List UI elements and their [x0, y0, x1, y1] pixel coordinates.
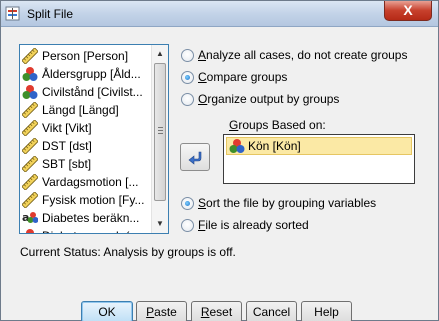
- variable-list[interactable]: Person [Person] Åldersgrupp [Åld... Civils…: [19, 44, 169, 234]
- variable-list-item[interactable]: Vardagsmotion [...: [21, 173, 150, 191]
- scroll-thumb[interactable]: [154, 63, 166, 201]
- variable-label: Åldersgrupp [Åld...: [42, 67, 141, 81]
- cancel-button[interactable]: Cancel: [246, 301, 297, 321]
- scale-ruler-icon: [21, 191, 39, 209]
- nominal-icon: [22, 66, 38, 82]
- variable-label: Vikt [Vikt]: [42, 121, 92, 135]
- option-already-sorted-label: ile is already sorted: [205, 218, 309, 232]
- accel-key: C: [198, 70, 207, 84]
- nominal-icon: [22, 84, 38, 100]
- variable-list-item[interactable]: a Diabetes beräkn...: [22, 209, 150, 227]
- option-sort-file[interactable]: Sort the file by grouping variables: [181, 195, 376, 211]
- option-organize-output-label: rganize output by groups: [207, 92, 340, 106]
- option-organize-output[interactable]: Organize output by groups: [181, 91, 339, 107]
- variable-list-item[interactable]: Åldersgrupp [Åld...: [22, 65, 150, 83]
- accel-key: G: [229, 118, 239, 132]
- groups-based-on-label: Groups Based on:: [229, 118, 326, 132]
- title-bar[interactable]: Split File X: [1, 1, 438, 27]
- variable-list-item[interactable]: SBT [sbt]: [21, 155, 150, 173]
- variable-list-item[interactable]: Diabetes orsak (...: [22, 227, 150, 233]
- radio-compare-groups[interactable]: [181, 70, 194, 84]
- variable-list-item[interactable]: Vikt [Vikt]: [21, 119, 150, 137]
- help-button[interactable]: Help: [301, 301, 352, 321]
- accel-key: P: [146, 305, 155, 319]
- variable-list-item[interactable]: Civilstånd [Civilst...: [22, 83, 150, 101]
- accel-key: A: [198, 48, 207, 62]
- groups-based-on-text: roups Based on:: [238, 118, 326, 132]
- close-icon: X: [403, 2, 413, 18]
- variable-list-item[interactable]: Person [Person]: [21, 47, 150, 65]
- scale-ruler-icon: [21, 119, 39, 137]
- accel-key: S: [198, 196, 207, 210]
- reset-button-label: eset: [209, 305, 233, 319]
- radio-organize-output[interactable]: [181, 92, 194, 106]
- variable-label: SBT [sbt]: [42, 157, 92, 171]
- close-button[interactable]: X: [384, 1, 432, 21]
- scale-ruler-icon: [21, 137, 39, 155]
- ok-button[interactable]: OK: [81, 301, 133, 321]
- paste-button[interactable]: Paste: [136, 301, 187, 321]
- scale-ruler-icon: [21, 101, 39, 119]
- group-item-label: Kön [Kön]: [248, 139, 301, 153]
- variable-list-item[interactable]: DST [dst]: [21, 137, 150, 155]
- option-sort-file-label: ort the file by grouping variables: [206, 196, 377, 210]
- variable-label: Person [Person]: [42, 49, 129, 63]
- option-compare-groups[interactable]: Compare groups: [181, 69, 287, 85]
- variable-list-scrollbar[interactable]: ▲ ▼: [151, 45, 168, 233]
- move-arrow-icon: [188, 151, 202, 165]
- split-file-app-icon: [5, 6, 20, 21]
- option-analyze-all-label: nalyze all cases, do not create groups: [206, 48, 408, 62]
- groups-based-on-list[interactable]: Kön [Kön]: [223, 134, 415, 184]
- scroll-up-arrow-icon[interactable]: ▲: [153, 46, 167, 62]
- variable-list-item[interactable]: Längd [Längd]: [21, 101, 150, 119]
- paste-button-label: aste: [154, 305, 177, 319]
- option-already-sorted[interactable]: File is already sorted: [181, 217, 309, 233]
- window-title: Split File: [27, 7, 74, 21]
- option-compare-groups-label: ompare groups: [206, 70, 288, 84]
- nominal-icon: [229, 139, 245, 153]
- variable-label: Diabetes beräkn...: [42, 211, 140, 225]
- scale-ruler-icon: [21, 173, 39, 191]
- split-file-dialog: Split File X Person [Person] Åldersgrupp …: [0, 0, 439, 321]
- radio-analyze-all[interactable]: [181, 48, 194, 62]
- variable-label: Vardagsmotion [...: [42, 175, 139, 189]
- current-status-text: Current Status: Analysis by groups is of…: [20, 245, 236, 259]
- reset-button[interactable]: Reset: [191, 301, 242, 321]
- variable-label: Fysisk motion [Fy...: [42, 193, 145, 207]
- nominal-icon: [22, 228, 38, 233]
- group-item-kon[interactable]: Kön [Kön]: [226, 137, 412, 155]
- variable-label: DST [dst]: [42, 139, 92, 153]
- scale-ruler-icon: [21, 155, 39, 173]
- variable-list-item[interactable]: Fysisk motion [Fy...: [21, 191, 150, 209]
- move-to-groups-button[interactable]: [180, 143, 210, 171]
- scroll-down-arrow-icon[interactable]: ▼: [153, 216, 167, 232]
- radio-already-sorted[interactable]: [181, 218, 194, 232]
- accel-key: O: [198, 92, 208, 106]
- variable-label: Längd [Längd]: [42, 103, 119, 117]
- radio-sort-file[interactable]: [181, 196, 194, 210]
- scale-ruler-icon: [21, 47, 39, 65]
- variable-label: Diabetes orsak (...: [42, 229, 139, 233]
- string-nominal-icon: a: [22, 210, 39, 226]
- variable-label: Civilstånd [Civilst...: [42, 85, 143, 99]
- option-analyze-all[interactable]: Analyze all cases, do not create groups: [181, 47, 407, 63]
